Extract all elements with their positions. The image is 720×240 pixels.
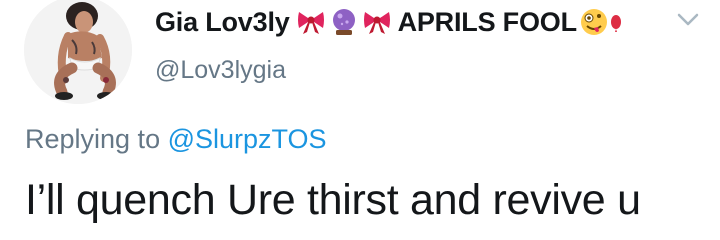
balloon-icon xyxy=(609,8,623,36)
avatar[interactable] xyxy=(24,0,132,104)
ribbon-icon xyxy=(296,8,326,36)
crystal-ball-icon xyxy=(330,8,358,36)
avatar-photo xyxy=(24,0,132,104)
display-name-suffix[interactable]: APRILS FOOL xyxy=(398,7,578,38)
display-name[interactable]: Gia Lov3ly xyxy=(155,7,290,38)
replying-to-handle-link[interactable]: @SlurpzTOS xyxy=(168,124,327,154)
tweet-card: Gia Lov3ly APRILS FOOL @Lov3lygia Replyi… xyxy=(0,0,720,240)
replying-to: Replying to @SlurpzTOS xyxy=(25,124,327,155)
tweet-text: I’ll quench Ure thirst and revive u xyxy=(25,176,641,224)
ribbon-icon xyxy=(362,8,392,36)
chevron-down-icon[interactable] xyxy=(676,10,700,30)
tweet-header: Gia Lov3ly APRILS FOOL xyxy=(155,4,623,40)
zany-face-icon xyxy=(579,7,609,37)
replying-to-label: Replying to xyxy=(25,124,161,154)
user-handle[interactable]: @Lov3lygia xyxy=(155,56,286,85)
